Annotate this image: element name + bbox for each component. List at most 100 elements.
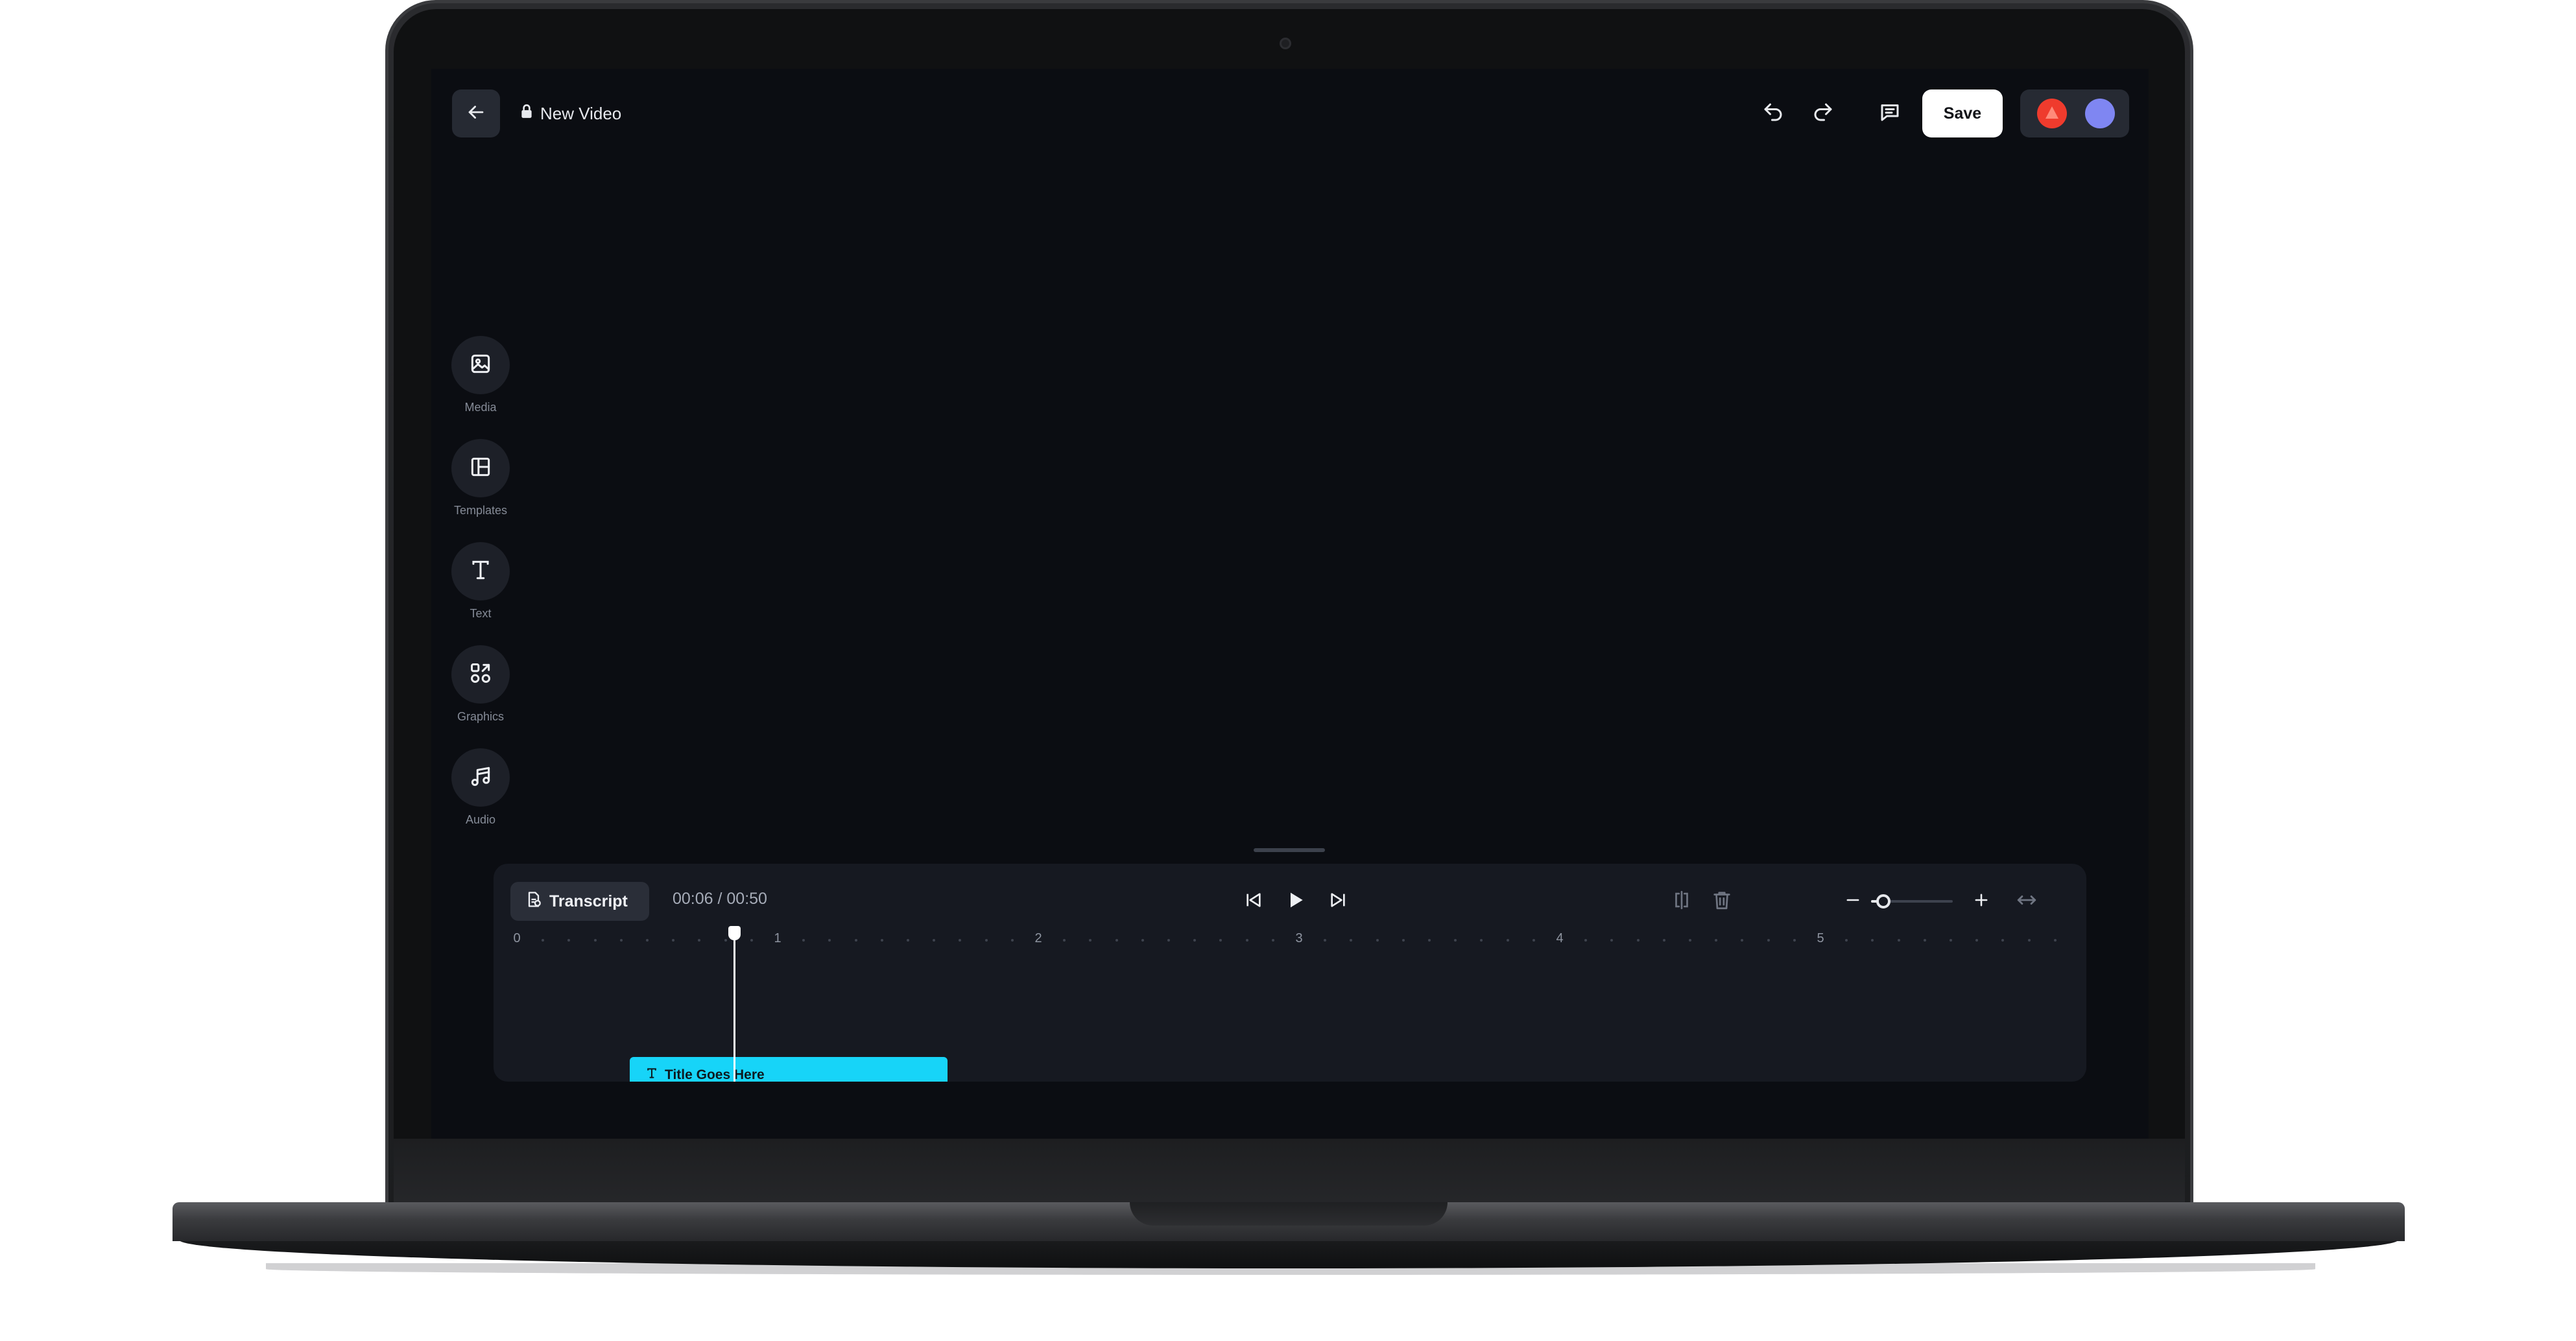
plus-icon xyxy=(1972,891,1990,912)
ruler-tick-dot xyxy=(1793,939,1796,942)
redo-button[interactable] xyxy=(1804,94,1843,133)
comments-button[interactable] xyxy=(1870,94,1909,133)
webcam xyxy=(1280,38,1291,49)
play-button[interactable] xyxy=(1276,882,1315,921)
ruler-tick-dot xyxy=(1350,939,1353,942)
skip-back-button[interactable] xyxy=(1234,882,1273,921)
title-clip-label: Title Goes Here xyxy=(665,1067,765,1082)
ruler-tick-dot xyxy=(1610,939,1614,942)
minus-icon xyxy=(1844,891,1862,912)
lock-icon xyxy=(519,104,534,124)
ruler-tick-dot xyxy=(1506,939,1509,942)
sidebar-item-media[interactable]: Media xyxy=(451,336,510,414)
zoom-out-button[interactable] xyxy=(1833,882,1872,921)
sidebar-item-text[interactable]: Text xyxy=(451,542,510,621)
ruler-tick-dot xyxy=(1662,939,1665,942)
split-button[interactable] xyxy=(1662,882,1701,921)
ruler-tick-dot xyxy=(1715,939,1718,942)
ruler-tick-dot xyxy=(1950,939,1952,942)
templates-button[interactable] xyxy=(451,439,510,497)
ruler-tick-dot xyxy=(1636,939,1640,942)
ruler-tick-dot xyxy=(1871,939,1874,942)
playhead-handle[interactable] xyxy=(728,926,741,940)
ruler-tick-dot xyxy=(2027,939,2031,942)
ruler-tick-dot xyxy=(1923,939,1926,942)
split-icon xyxy=(1671,889,1693,914)
ruler-tick-dot xyxy=(646,939,649,942)
ruler-tick-dot xyxy=(1532,939,1535,942)
transcript-label: Transcript xyxy=(549,892,628,910)
app-screen: New Video Save Media Templates Text Grap… xyxy=(431,69,2149,1139)
ruler-tick-dot xyxy=(1010,939,1014,942)
fit-to-width-button[interactable] xyxy=(2007,882,2046,921)
transcript-icon xyxy=(525,890,543,913)
laptop-notch xyxy=(1130,1202,1448,1226)
ruler-tick-dot xyxy=(1428,939,1431,942)
ruler-tick-dot xyxy=(1167,939,1170,942)
shapes-icon xyxy=(468,661,493,689)
expand-horizontal-icon xyxy=(2016,889,2038,914)
title-clip[interactable]: Title Goes Here xyxy=(630,1057,948,1082)
graphics-button[interactable] xyxy=(451,645,510,704)
ruler-tick-dot xyxy=(802,939,805,942)
laptop-chin xyxy=(394,1139,2185,1207)
text-icon xyxy=(468,558,493,586)
text-button[interactable] xyxy=(451,542,510,600)
trash-icon xyxy=(1711,889,1733,914)
ruler-tick-dot xyxy=(1115,939,1118,942)
sidebar-item-templates[interactable]: Templates xyxy=(451,439,510,517)
undo-button[interactable] xyxy=(1754,94,1793,133)
back-button[interactable] xyxy=(452,89,500,137)
ruler-tick-dot xyxy=(1401,939,1405,942)
transcript-button[interactable]: Transcript xyxy=(510,882,649,921)
ruler-tick-dot xyxy=(959,939,962,942)
zoom-slider[interactable] xyxy=(1871,894,1953,908)
skip-forward-button[interactable] xyxy=(1318,882,1357,921)
ruler-tick-dot xyxy=(880,939,883,942)
ruler-tick-dot xyxy=(1480,939,1483,942)
collaborators[interactable] xyxy=(2020,89,2129,137)
undo-icon xyxy=(1761,101,1785,127)
ruler-tick-dot xyxy=(1584,939,1588,942)
ruler-tick-dot xyxy=(1689,939,1691,942)
project-title[interactable]: New Video xyxy=(519,101,621,126)
sidebar-item-graphics[interactable]: Graphics xyxy=(451,645,510,724)
avatar[interactable] xyxy=(2085,99,2115,128)
time-ruler[interactable]: 0 1 2 3 4 5 xyxy=(513,931,2086,951)
zoom-in-button[interactable] xyxy=(1962,882,2001,921)
sidebar-item-label: Audio xyxy=(465,813,496,826)
ruler-tick-dot xyxy=(1271,939,1274,942)
delete-button[interactable] xyxy=(1702,882,1741,921)
comment-icon xyxy=(1878,101,1902,127)
ruler-tick-dot xyxy=(1741,939,1744,942)
ruler-tick-dot xyxy=(542,939,545,942)
skip-back-icon xyxy=(1243,890,1264,914)
panel-resize-handle[interactable] xyxy=(1254,848,1325,852)
sidebar-item-label: Text xyxy=(470,607,492,620)
ruler-tick-dot xyxy=(750,939,753,942)
ruler-tick-label: 1 xyxy=(774,931,781,945)
ruler-tick-dot xyxy=(1324,939,1327,942)
project-title-text: New Video xyxy=(540,103,622,123)
ruler-tick-dot xyxy=(1219,939,1222,942)
ruler-tick-dot xyxy=(907,939,909,942)
audio-button[interactable] xyxy=(451,748,510,807)
avatar[interactable] xyxy=(2037,99,2067,128)
sidebar-item-label: Templates xyxy=(453,504,508,517)
save-button[interactable]: Save xyxy=(1922,89,2003,137)
warning-triangle-icon xyxy=(2045,106,2058,119)
ruler-tick-dot xyxy=(567,939,571,942)
zoom-slider-thumb[interactable] xyxy=(1876,894,1890,908)
media-button[interactable] xyxy=(451,336,510,394)
ruler-tick-dot xyxy=(828,939,831,942)
timecode: 00:06 / 00:50 xyxy=(673,890,767,908)
ruler-tick-dot xyxy=(1245,939,1248,942)
ruler-tick-dot xyxy=(854,939,857,942)
ruler-tick-dot xyxy=(724,939,727,942)
skip-forward-icon xyxy=(1328,890,1348,914)
timeline-panel: Transcript 00:06 / 00:50 0 1 2 3 4 5 Tit… xyxy=(494,864,2086,1082)
ruler-tick-dot xyxy=(1193,939,1197,942)
sidebar-item-label: Graphics xyxy=(457,710,505,723)
sidebar-item-audio[interactable]: Audio xyxy=(451,748,510,827)
ruler-tick-dot xyxy=(593,939,597,942)
